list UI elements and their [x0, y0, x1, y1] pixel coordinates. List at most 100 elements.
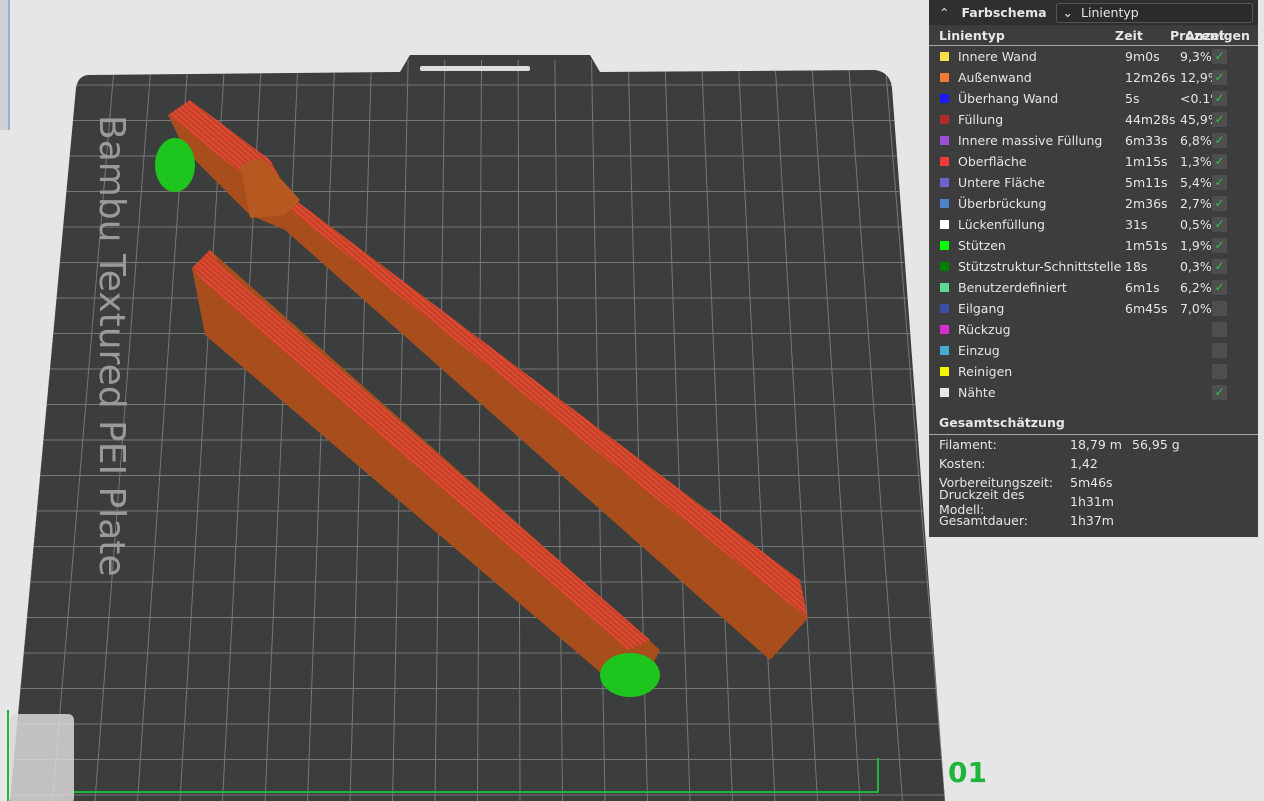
show-checkbox[interactable]: [1212, 364, 1227, 379]
line-type-time: 5s: [1125, 91, 1140, 106]
show-checkbox[interactable]: ✓: [1212, 175, 1227, 190]
show-checkbox[interactable]: ✓: [1212, 385, 1227, 400]
legend-title: Farbschema: [961, 5, 1047, 20]
chevron-down-icon: ⌄: [1062, 5, 1074, 20]
line-type-time: 12m26s: [1125, 70, 1176, 85]
legend-header: ⌃ Farbschema ⌄ Linientyp: [929, 0, 1258, 25]
legend-row: Nähte ✓: [929, 382, 1258, 403]
summary-label: Filament:: [939, 437, 997, 452]
line-type-name: Einzug: [958, 343, 1000, 358]
color-swatch: [940, 94, 949, 103]
show-checkbox[interactable]: ✓: [1212, 259, 1227, 274]
summary-value: 1,42: [1070, 456, 1098, 471]
summary-row: Filament: 18,79 m 56,95 g: [929, 435, 1258, 454]
line-type-time: 6m33s: [1125, 133, 1168, 148]
line-type-time: 6m45s: [1125, 301, 1168, 316]
collapse-icon[interactable]: ⌃: [939, 5, 949, 20]
color-swatch: [940, 388, 949, 397]
color-swatch: [940, 346, 949, 355]
legend-row: Rückzug: [929, 319, 1258, 340]
color-scheme-select[interactable]: ⌄ Linientyp: [1055, 2, 1253, 23]
line-type-time: 44m28s: [1125, 112, 1176, 127]
summary-value: 5m46s: [1070, 475, 1113, 490]
color-swatch: [940, 136, 949, 145]
color-swatch: [940, 157, 949, 166]
legend-row: Untere Fläche 5m11s 5,4% ✓: [929, 172, 1258, 193]
legend-row: Außenwand 12m26s 12,9% ✓: [929, 67, 1258, 88]
show-checkbox[interactable]: ✓: [1212, 49, 1227, 64]
build-plate: [10, 55, 945, 801]
show-checkbox[interactable]: ✓: [1212, 238, 1227, 253]
summary-label: Kosten:: [939, 456, 986, 471]
legend-column-headers: Linientyp Zeit Prozent Anzeigen: [929, 25, 1258, 46]
summary-value: 1h37m: [1070, 513, 1114, 528]
color-swatch: [940, 52, 949, 61]
legend-row: Einzug: [929, 340, 1258, 361]
color-swatch: [940, 262, 949, 271]
show-checkbox[interactable]: ✓: [1212, 217, 1227, 232]
show-checkbox[interactable]: ✓: [1212, 196, 1227, 211]
line-type-time: 6m1s: [1125, 280, 1160, 295]
show-checkbox[interactable]: [1212, 322, 1227, 337]
plate-number[interactable]: 01: [948, 756, 987, 789]
legend-row: Innere Wand 9m0s 9,3% ✓: [929, 46, 1258, 67]
legend-row: Innere massive Füllung 6m33s 6,8% ✓: [929, 130, 1258, 151]
show-checkbox[interactable]: ✓: [1212, 70, 1227, 85]
show-checkbox[interactable]: [1212, 343, 1227, 358]
summary-label: Druckzeit des Modell:: [939, 486, 1025, 517]
color-swatch: [940, 283, 949, 292]
show-checkbox[interactable]: ✓: [1212, 91, 1227, 106]
legend-row: Benutzerdefiniert 6m1s 6,2% ✓: [929, 277, 1258, 298]
legend-row: Füllung 44m28s 45,9% ✓: [929, 109, 1258, 130]
line-type-time: 18s: [1125, 259, 1148, 274]
summary-title: Gesamtschätzung: [929, 411, 1258, 435]
col-show: Anzeigen: [1185, 27, 1250, 43]
legend-row: Stützstruktur-Schnittstelle 18s 0,3% ✓: [929, 256, 1258, 277]
plate-label: Bambu Textured PEI Plate: [91, 115, 132, 577]
line-type-name: Benutzerdefiniert: [958, 280, 1067, 295]
line-type-name: Innere massive Füllung: [958, 133, 1103, 148]
show-checkbox[interactable]: ✓: [1212, 112, 1227, 127]
summary-row: Kosten: 1,42: [929, 454, 1258, 473]
col-time: Zeit: [1115, 27, 1143, 43]
legend-row: Eilgang 6m45s 7,0%: [929, 298, 1258, 319]
show-checkbox[interactable]: ✓: [1212, 133, 1227, 148]
summary-value-2: 56,95 g: [1132, 437, 1180, 452]
line-type-time: 5m11s: [1125, 175, 1168, 190]
show-checkbox[interactable]: ✓: [1212, 280, 1227, 295]
line-type-time: 9m0s: [1125, 49, 1160, 64]
color-swatch: [940, 304, 949, 313]
line-type-time: 1m51s: [1125, 238, 1168, 253]
legend-row: Oberfläche 1m15s 1,3% ✓: [929, 151, 1258, 172]
color-swatch: [940, 73, 949, 82]
show-checkbox[interactable]: [1212, 301, 1227, 316]
legend-panel: ⌃ Farbschema ⌄ Linientyp Linientyp Zeit …: [929, 0, 1258, 537]
line-type-name: Innere Wand: [958, 49, 1037, 64]
line-type-name: Rückzug: [958, 322, 1011, 337]
navigation-cube[interactable]: [10, 714, 74, 801]
color-swatch: [940, 241, 949, 250]
color-swatch: [940, 325, 949, 334]
legend-row: Stützen 1m51s 1,9% ✓: [929, 235, 1258, 256]
line-type-name: Nähte: [958, 385, 996, 400]
legend-row: Überhang Wand 5s <0.1% ✓: [929, 88, 1258, 109]
line-type-time: 2m36s: [1125, 196, 1168, 211]
col-type: Linientyp: [939, 27, 1005, 43]
summary-row: Druckzeit des Modell: 1h31m: [929, 487, 1258, 517]
color-swatch: [940, 178, 949, 187]
line-type-name: Lückenfüllung: [958, 217, 1045, 232]
line-type-name: Füllung: [958, 112, 1004, 127]
legend-row: Reinigen: [929, 361, 1258, 382]
show-checkbox[interactable]: ✓: [1212, 154, 1227, 169]
summary-value: 18,79 m: [1070, 437, 1122, 452]
summary-value: 1h31m: [1070, 494, 1114, 509]
line-type-name: Außenwand: [958, 70, 1032, 85]
line-type-time: 31s: [1125, 217, 1148, 232]
plate-handle-slot: [420, 66, 530, 71]
line-type-name: Reinigen: [958, 364, 1013, 379]
line-type-name: Stützstruktur-Schnittstelle: [958, 259, 1122, 274]
color-swatch: [940, 220, 949, 229]
summary-label: Gesamtdauer:: [939, 513, 1028, 528]
line-type-name: Stützen: [958, 238, 1006, 253]
line-type-time: 1m15s: [1125, 154, 1168, 169]
